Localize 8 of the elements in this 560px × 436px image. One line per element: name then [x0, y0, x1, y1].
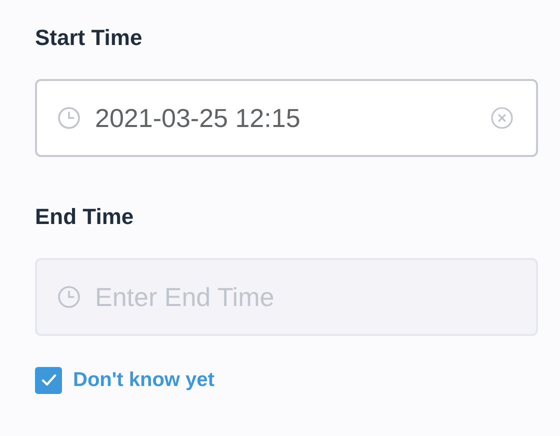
field-label: End Time — [35, 203, 135, 231]
clear-icon[interactable] — [490, 106, 514, 130]
clock-icon — [57, 106, 81, 130]
checkbox[interactable] — [35, 366, 62, 394]
clock-icon — [57, 285, 81, 309]
field-label: Start Time — [35, 24, 144, 52]
checkbox-label[interactable]: Don't know yet — [73, 365, 214, 395]
time-input-field[interactable]: 2021-03-25 12:15 — [35, 79, 538, 157]
